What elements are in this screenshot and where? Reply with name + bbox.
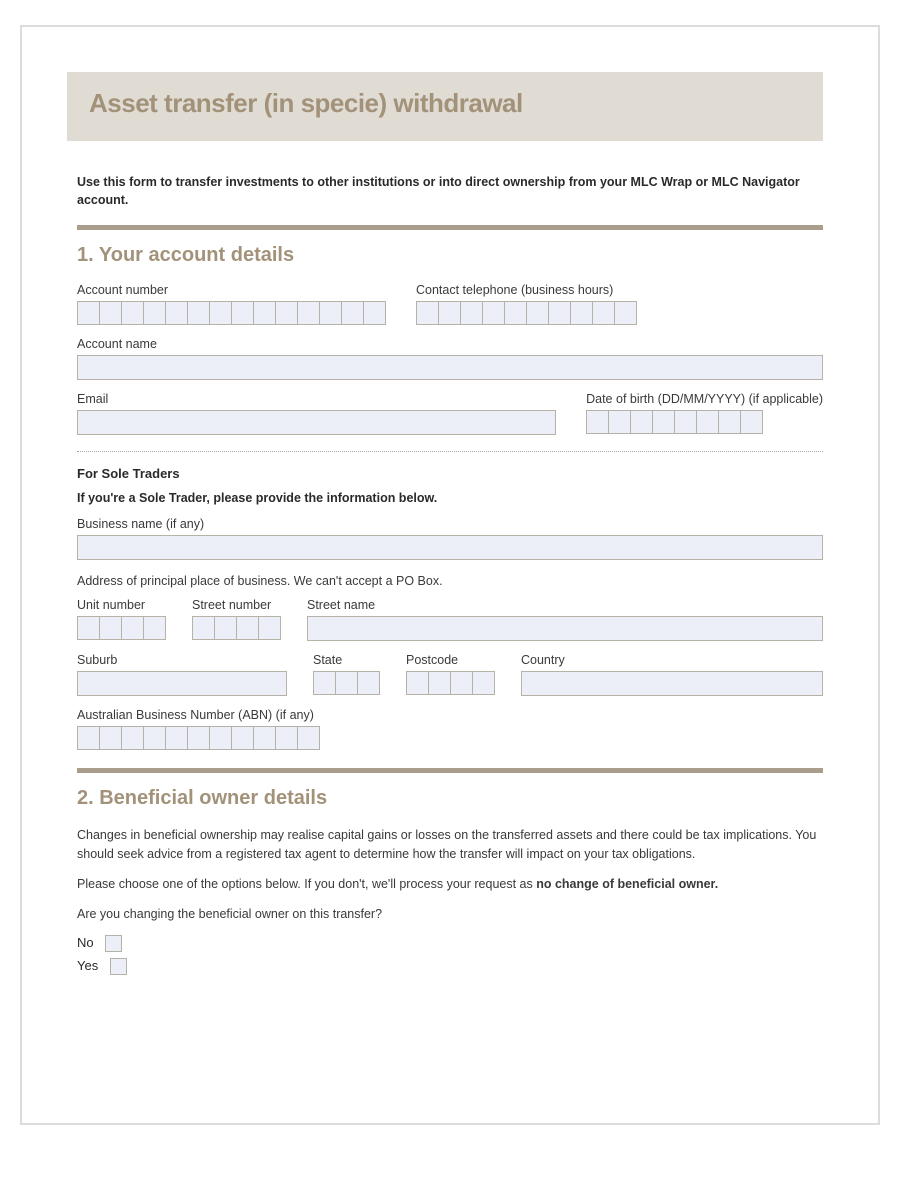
suburb-label: Suburb xyxy=(77,653,287,667)
dotted-divider xyxy=(77,451,823,452)
section2-choose-bold: no change of beneficial owner. xyxy=(536,877,718,891)
section2-question: Are you changing the beneficial owner on… xyxy=(77,905,823,923)
contact-phone-input[interactable] xyxy=(416,301,637,325)
state-input[interactable] xyxy=(313,671,380,695)
street-name-label: Street name xyxy=(307,598,823,612)
street-no-input[interactable] xyxy=(192,616,281,640)
sole-traders-heading: For Sole Traders xyxy=(77,466,823,481)
option-yes-checkbox[interactable] xyxy=(110,958,127,975)
account-name-input[interactable] xyxy=(77,355,823,380)
divider xyxy=(77,768,823,773)
page-title: Asset transfer (in specie) withdrawal xyxy=(89,88,801,119)
street-no-label: Street number xyxy=(192,598,281,612)
state-label: State xyxy=(313,653,380,667)
account-number-input[interactable] xyxy=(77,301,386,325)
street-name-input[interactable] xyxy=(307,616,823,641)
title-bar: Asset transfer (in specie) withdrawal xyxy=(67,72,823,141)
sole-traders-note: If you're a Sole Trader, please provide … xyxy=(77,491,823,505)
dob-label: Date of birth (DD/MM/YYYY) (if applicabl… xyxy=(586,392,823,406)
abn-input[interactable] xyxy=(77,726,823,750)
option-yes-label: Yes xyxy=(77,958,98,973)
section2-heading: 2. Beneficial owner details xyxy=(77,787,823,810)
abn-label: Australian Business Number (ABN) (if any… xyxy=(77,708,823,722)
country-label: Country xyxy=(521,653,823,667)
business-name-input[interactable] xyxy=(77,535,823,560)
dob-input[interactable] xyxy=(586,410,823,434)
option-no-checkbox[interactable] xyxy=(105,935,122,952)
email-label: Email xyxy=(77,392,556,406)
account-number-label: Account number xyxy=(77,283,386,297)
section2-para: Changes in beneficial ownership may real… xyxy=(77,826,823,862)
country-input[interactable] xyxy=(521,671,823,696)
account-name-label: Account name xyxy=(77,337,823,351)
business-name-label: Business name (if any) xyxy=(77,517,823,531)
contact-phone-label: Contact telephone (business hours) xyxy=(416,283,637,297)
suburb-input[interactable] xyxy=(77,671,287,696)
email-input[interactable] xyxy=(77,410,556,435)
unit-label: Unit number xyxy=(77,598,166,612)
section1-heading: 1. Your account details xyxy=(77,244,823,267)
section2-choose-pre: Please choose one of the options below. … xyxy=(77,877,536,891)
option-yes-row: Yes xyxy=(77,958,823,975)
form-page: Asset transfer (in specie) withdrawal Us… xyxy=(20,25,880,1125)
divider xyxy=(77,225,823,230)
section2-choose: Please choose one of the options below. … xyxy=(77,875,823,893)
address-note: Address of principal place of business. … xyxy=(77,572,823,590)
intro-text: Use this form to transfer investments to… xyxy=(77,173,823,209)
option-no-row: No xyxy=(77,935,823,952)
unit-input[interactable] xyxy=(77,616,166,640)
postcode-input[interactable] xyxy=(406,671,495,695)
postcode-label: Postcode xyxy=(406,653,495,667)
option-no-label: No xyxy=(77,935,94,950)
